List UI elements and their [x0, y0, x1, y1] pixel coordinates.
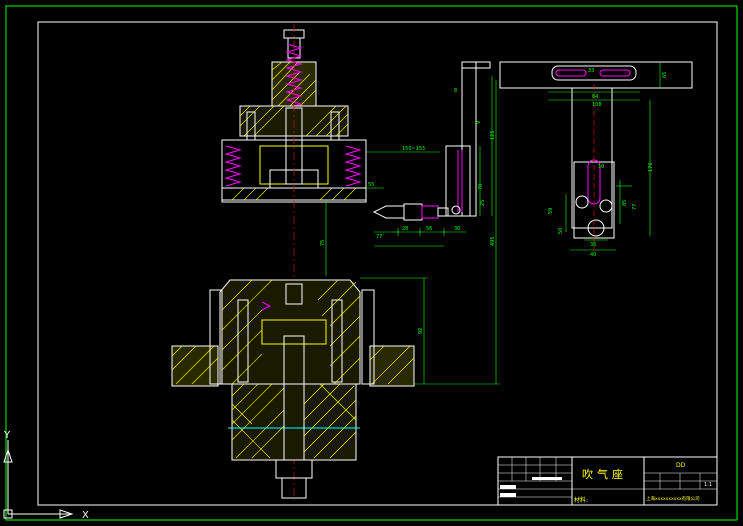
bracket-side-view	[445, 61, 491, 217]
dim-70: 70	[478, 184, 484, 190]
dim-9: 9	[476, 121, 482, 124]
dim-55-left: 55	[368, 182, 374, 188]
dim-108: 108	[592, 102, 602, 108]
seat-body	[219, 279, 361, 385]
cad-drawing-viewport: 150~155 55 77 28 56 30 70 25 8 9 125 75 …	[0, 0, 743, 526]
material-label: 材料:	[574, 496, 588, 504]
dim-30: 30	[454, 226, 460, 232]
left-side-spring	[224, 145, 242, 187]
outer-frame	[5, 5, 738, 521]
dim-84: 84	[592, 94, 598, 100]
dim-176: 176	[648, 162, 654, 172]
dim-36: 36	[590, 242, 596, 248]
dim-77b: 77	[632, 204, 638, 210]
dim-25: 25	[480, 200, 486, 206]
right-side-spring	[344, 145, 362, 187]
dim-40: 40	[590, 252, 596, 258]
company-name: 上海xxxxxxxxxx有限公司	[646, 495, 700, 502]
dim-56: 56	[426, 226, 432, 232]
dim-59: 59	[548, 208, 554, 214]
dim-75: 75	[320, 240, 326, 246]
dim-77: 77	[376, 234, 382, 240]
dim-150-155: 150~155	[402, 146, 425, 152]
title-code: DD	[676, 462, 686, 469]
part-name-title: 吹气座	[582, 467, 627, 481]
ucs-x-label: X	[82, 510, 89, 521]
dim-28: 28	[402, 226, 408, 232]
drawing-scale: 1:1	[704, 482, 712, 488]
drawing-canvas: 150~155 55 77 28 56 30 70 25 8 9 125 75 …	[3, 5, 738, 521]
dim-8: 8	[454, 88, 457, 94]
dim-85: 85	[622, 200, 628, 206]
dim-33: 33	[588, 68, 594, 74]
lower-block	[231, 383, 357, 461]
dim-125: 125	[490, 130, 496, 140]
dim-92: 92	[418, 328, 424, 334]
dimension-lines	[325, 62, 661, 385]
dim-495: 495	[490, 236, 496, 246]
lower-assembly	[171, 279, 415, 499]
ucs-y-label: Y	[3, 430, 11, 441]
bracket-front-view	[499, 61, 693, 250]
dim-65: 65	[662, 72, 668, 78]
blow-nozzle	[372, 203, 449, 221]
left-fixed-plate	[171, 345, 219, 387]
inner-frame	[37, 21, 718, 506]
dim-10: 10	[598, 164, 604, 170]
dim-50: 50	[558, 228, 564, 234]
